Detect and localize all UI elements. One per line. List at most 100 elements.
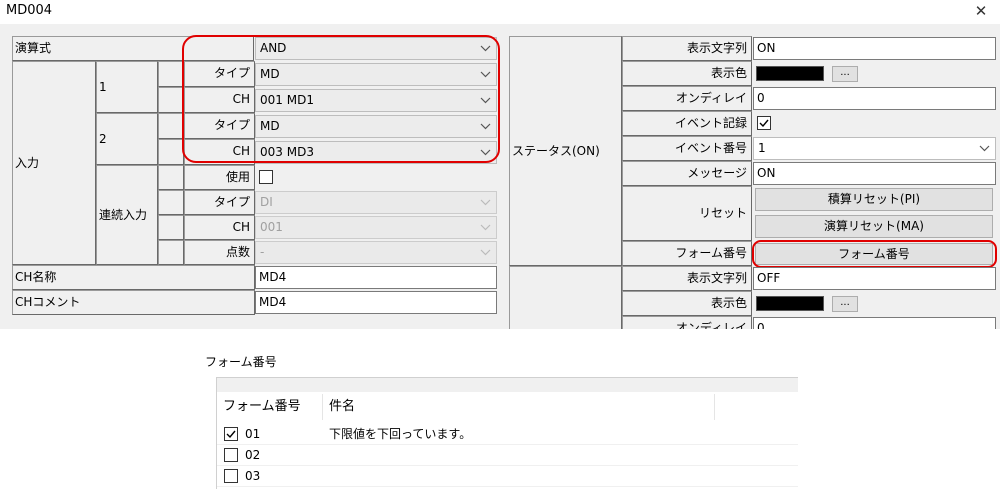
continuous-use-spacer [158,165,184,190]
operation-select[interactable]: AND [255,37,497,60]
on-delay-label: オンディレイ [622,86,752,111]
message-label: メッセージ [622,161,752,186]
list-item[interactable]: 01 下限値を下回っています。 [217,424,798,445]
close-icon[interactable]: ✕ [970,0,992,22]
col-header-number[interactable]: フォーム番号 [217,394,323,420]
on-delay-input[interactable]: 0 [753,87,996,110]
ch-name-label: CH名称 [12,265,255,290]
event-number-label: イベント番号 [622,136,752,161]
on-color-swatch[interactable] [756,66,824,81]
continuous-use-label: 使用 [184,165,255,190]
input2-index: 2 [96,113,158,165]
form-number-button[interactable]: フォーム番号 [755,243,993,265]
input2-ch-value: 003 MD3 [260,145,314,159]
form-list-caption: フォーム番号 [205,355,277,369]
checkmark-icon [226,430,236,439]
on-display-text-label: 表示文字列 [622,36,752,61]
input1-ch-spacer [158,87,184,113]
chevron-down-icon [480,242,492,263]
input2-type-label: タイプ [184,113,255,139]
checkmark-icon [759,119,769,128]
input1-type-label: タイプ [184,61,255,87]
continuous-ch-select[interactable]: 001 [255,216,497,239]
status-on-label: ステータス(ON) [509,36,622,266]
event-number-value: 1 [758,141,766,155]
off-delay-input[interactable]: 0 [753,317,996,329]
continuous-ch-spacer [158,215,184,240]
chevron-down-icon [480,90,492,111]
on-display-color-label: 表示色 [622,61,752,86]
continuous-points-value: - [260,245,265,259]
input1-ch-label: CH [184,87,255,113]
on-color-picker-button[interactable]: ... [832,66,858,82]
form-list: フォーム番号 件名 01 下限値を下回っています。 02 03 [216,377,798,489]
chevron-down-icon [480,142,492,163]
list-top-bar [217,378,798,392]
title-bar: MD004 ✕ [0,0,1000,24]
continuous-type-value: DI [260,195,273,209]
message-input[interactable]: ON [753,162,996,185]
chevron-down-icon [480,116,492,137]
window-title: MD004 [6,3,53,18]
input2-ch-select[interactable]: 003 MD3 [255,141,497,164]
status-off-label [509,266,622,329]
input2-type-select[interactable]: MD [255,115,497,138]
row-name: 下限値を下回っています。 [329,427,472,441]
chevron-down-icon [480,38,492,59]
continuous-input-label: 連続入力 [96,165,158,265]
continuous-points-label: 点数 [184,240,255,265]
continuous-points-spacer [158,240,184,265]
chevron-down-icon [480,64,492,85]
input-label: 入力 [12,61,96,265]
operation-value: AND [260,41,287,55]
off-display-color-label: 表示色 [622,291,752,316]
continuous-ch-value: 001 [260,220,283,234]
off-color-swatch[interactable] [756,296,824,311]
row-number: 02 [245,448,261,462]
input1-type-value: MD [260,67,280,81]
input1-index: 1 [96,61,158,113]
event-number-select[interactable]: 1 [753,137,996,160]
input1-type-select[interactable]: MD [255,63,497,86]
ch-comment-input[interactable]: MD4 [255,291,497,314]
continuous-use-checkbox[interactable] [259,170,273,184]
continuous-ch-label: CH [184,215,255,240]
off-delay-label: オンディレイ [622,316,752,329]
chevron-down-icon [480,217,492,238]
chevron-down-icon [480,192,492,213]
on-display-text-input[interactable]: ON [753,37,996,60]
continuous-points-select[interactable]: - [255,241,497,264]
off-display-text-label: 表示文字列 [622,266,752,291]
input1-ch-value: 001 MD1 [260,93,314,107]
input1-type-spacer [158,61,184,87]
chevron-down-icon [979,138,991,159]
reset-ma-button[interactable]: 演算リセット(MA) [755,215,993,238]
property-grid: 演算式 AND 入力 1 タイプ MD CH 001 MD1 2 タイプ MD … [0,24,1000,329]
event-record-checkbox[interactable] [757,116,771,130]
reset-pi-button[interactable]: 積算リセット(PI) [755,188,993,211]
input1-ch-select[interactable]: 001 MD1 [255,89,497,112]
input2-type-spacer [158,113,184,139]
ch-name-input[interactable]: MD4 [255,266,497,289]
input2-ch-label: CH [184,139,255,165]
continuous-type-select[interactable]: DI [255,191,497,214]
continuous-type-label: タイプ [184,190,255,215]
row-checkbox[interactable] [224,448,238,462]
reset-label: リセット [622,186,752,241]
form-number-label: フォーム番号 [622,241,752,266]
input2-type-value: MD [260,119,280,133]
input2-ch-spacer [158,139,184,165]
event-record-label: イベント記録 [622,111,752,136]
col-header-name[interactable]: 件名 [323,394,715,420]
list-item[interactable]: 02 [217,445,798,466]
row-number: 01 [245,427,261,441]
row-checkbox[interactable] [224,469,238,483]
continuous-type-spacer [158,190,184,215]
ch-comment-label: CHコメント [12,290,255,315]
row-checkbox[interactable] [224,427,238,441]
list-item[interactable]: 03 [217,466,798,487]
off-display-text-input[interactable]: OFF [753,267,996,290]
off-color-picker-button[interactable]: ... [832,296,858,312]
row-number: 03 [245,469,261,483]
operation-label: 演算式 [12,36,254,61]
